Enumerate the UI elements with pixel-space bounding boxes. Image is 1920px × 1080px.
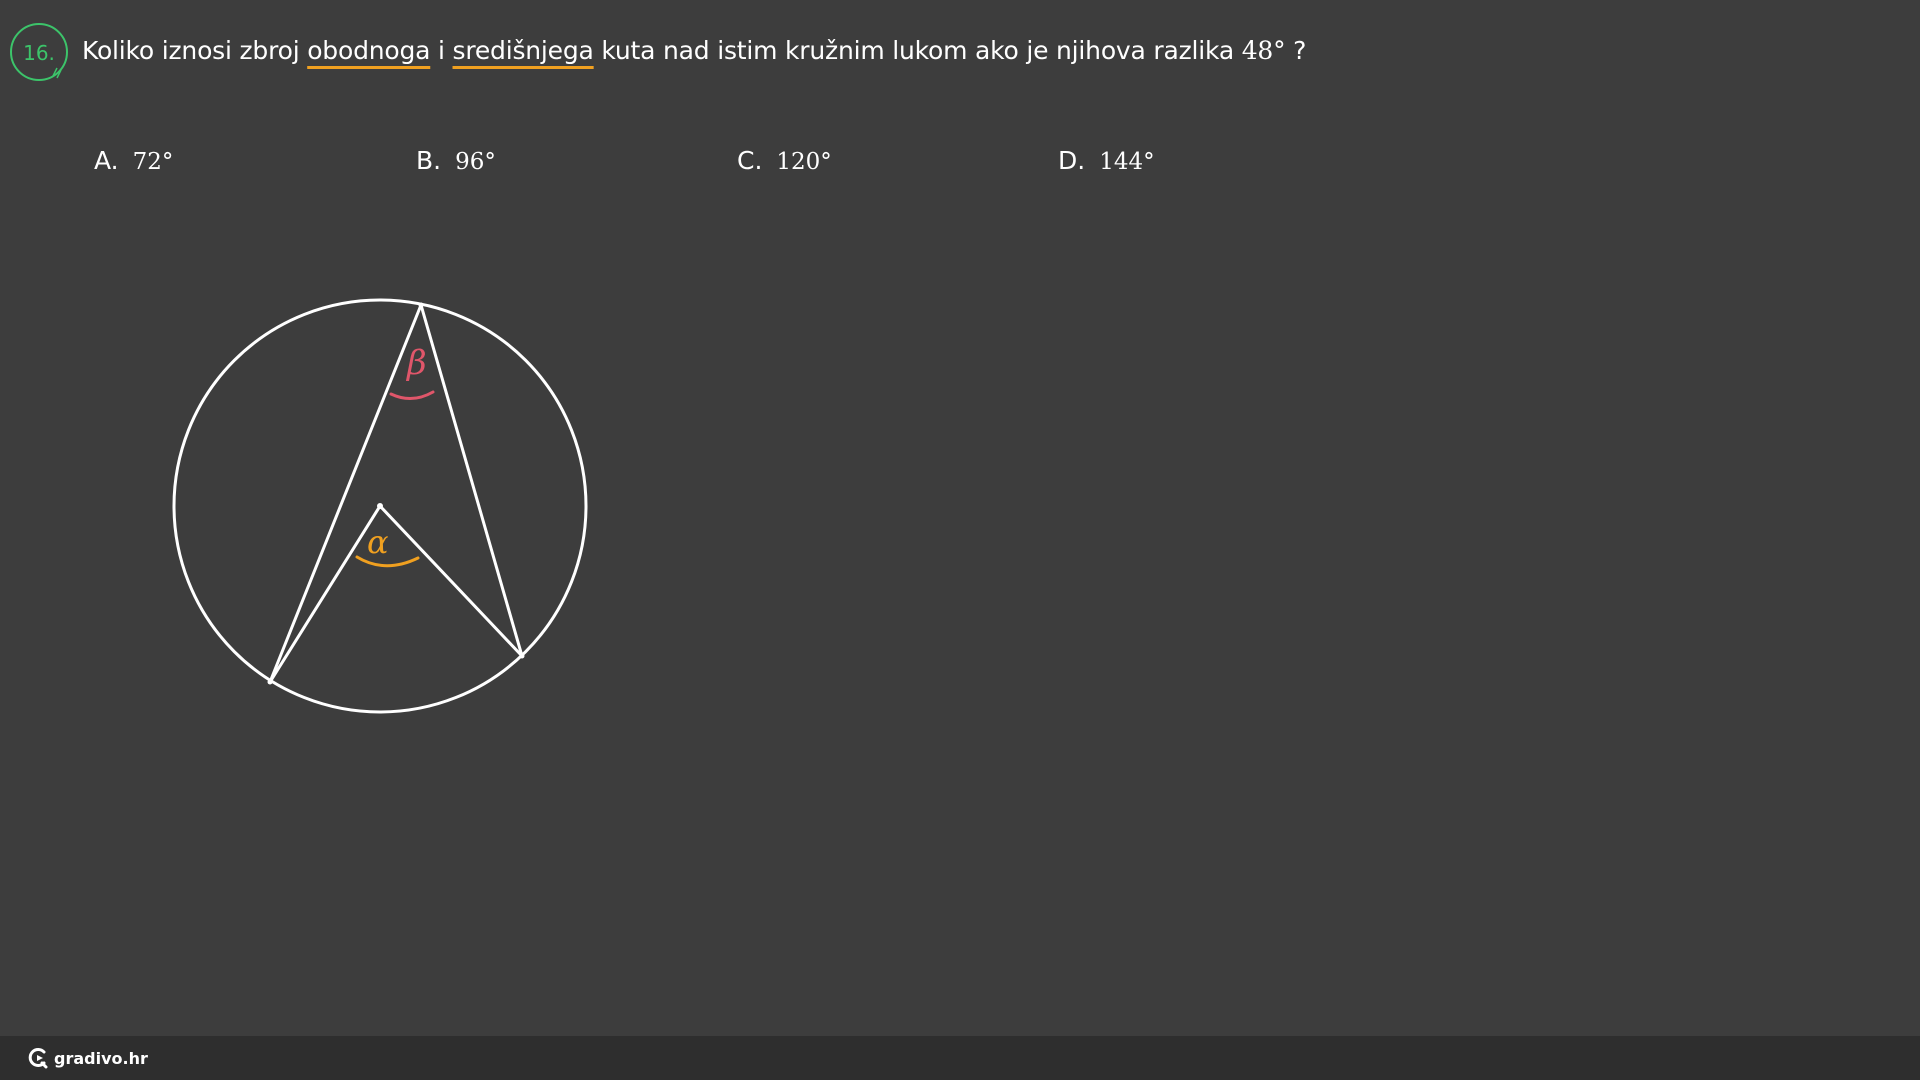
vertex-right — [519, 653, 525, 659]
inscribed-angle-label: β — [405, 343, 427, 383]
central-angle-label: α — [367, 523, 389, 561]
center-point — [377, 503, 383, 509]
footer-bar: gradivo.hr — [0, 1036, 1920, 1080]
gradivo-logo-icon — [28, 1048, 48, 1069]
vertex-top — [418, 302, 424, 308]
inscribed-angle-arc — [389, 390, 435, 400]
brand-name: gradivo.hr — [54, 1048, 148, 1068]
lesson-canvas: 16. Koliko iznosi zbroj obodnoga i sredi… — [0, 0, 1920, 1080]
geometry-figure: β α — [172, 298, 588, 714]
vertex-left — [267, 679, 273, 685]
brand[interactable]: gradivo.hr — [28, 1046, 148, 1070]
chord-left — [268, 303, 423, 684]
radius-left — [268, 504, 382, 684]
